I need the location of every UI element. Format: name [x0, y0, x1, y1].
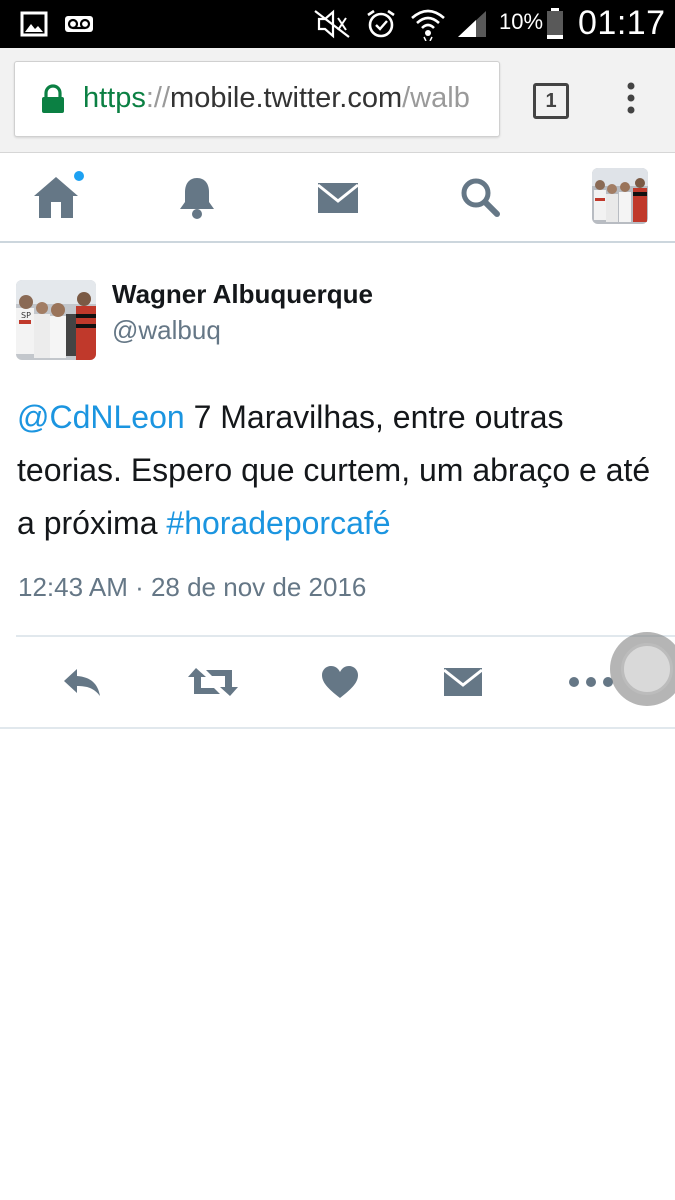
tweet-actions	[0, 637, 675, 727]
overflow-menu-icon[interactable]	[624, 82, 638, 121]
url-scheme: https	[83, 82, 146, 114]
author-handle[interactable]: @walbuq	[112, 315, 221, 346]
tab-switcher-button[interactable]: 1	[533, 83, 569, 119]
status-bar: 10% 01:17	[0, 0, 675, 48]
notifications-icon[interactable]	[172, 153, 222, 241]
svg-text:SP: SP	[21, 311, 31, 320]
more-icon[interactable]	[566, 637, 616, 727]
lock-icon	[41, 84, 65, 119]
hashtag-link[interactable]: #horadeporcafé	[166, 505, 390, 541]
twitter-nav-bar	[0, 153, 675, 243]
mention-link[interactable]: @CdNLeon	[17, 399, 185, 435]
search-icon[interactable]	[455, 153, 505, 241]
signal-icon	[456, 0, 488, 48]
url-path: /walb	[402, 82, 470, 114]
direct-message-icon[interactable]	[440, 637, 486, 727]
battery-icon	[546, 0, 564, 48]
url-separator: ://	[145, 82, 171, 114]
mute-icon	[313, 0, 353, 48]
assistive-touch-inner	[621, 643, 673, 695]
url-host: mobile.twitter.com	[170, 82, 403, 114]
alarm-icon	[365, 0, 397, 48]
assistive-touch-button[interactable]	[610, 632, 675, 706]
profile-avatar[interactable]	[592, 168, 648, 224]
voicemail-icon	[64, 0, 94, 48]
browser-toolbar: https://mobile.twitter.com/walb 1	[0, 48, 675, 153]
home-icon[interactable]	[28, 153, 84, 241]
wifi-icon	[410, 0, 446, 48]
clock: 01:17	[578, 4, 666, 42]
url-text: https://mobile.twitter.com/walb	[83, 80, 470, 116]
messages-icon[interactable]	[312, 153, 364, 241]
reply-icon[interactable]	[58, 637, 106, 727]
url-bar[interactable]: https://mobile.twitter.com/walb	[14, 61, 500, 137]
tweet-text: @CdNLeon 7 Maravilhas, entre outras teor…	[17, 391, 667, 550]
battery-percent: 10%	[499, 9, 544, 34]
divider	[0, 727, 675, 729]
retweet-icon[interactable]	[184, 637, 242, 727]
image-icon	[20, 0, 48, 48]
author-avatar[interactable]: SP	[16, 280, 96, 360]
author-name[interactable]: Wagner Albuquerque	[112, 279, 373, 310]
tweet-timestamp[interactable]: 12:43 AM · 28 de nov de 2016	[18, 572, 366, 603]
notification-dot	[74, 171, 84, 181]
like-icon[interactable]	[318, 637, 362, 727]
